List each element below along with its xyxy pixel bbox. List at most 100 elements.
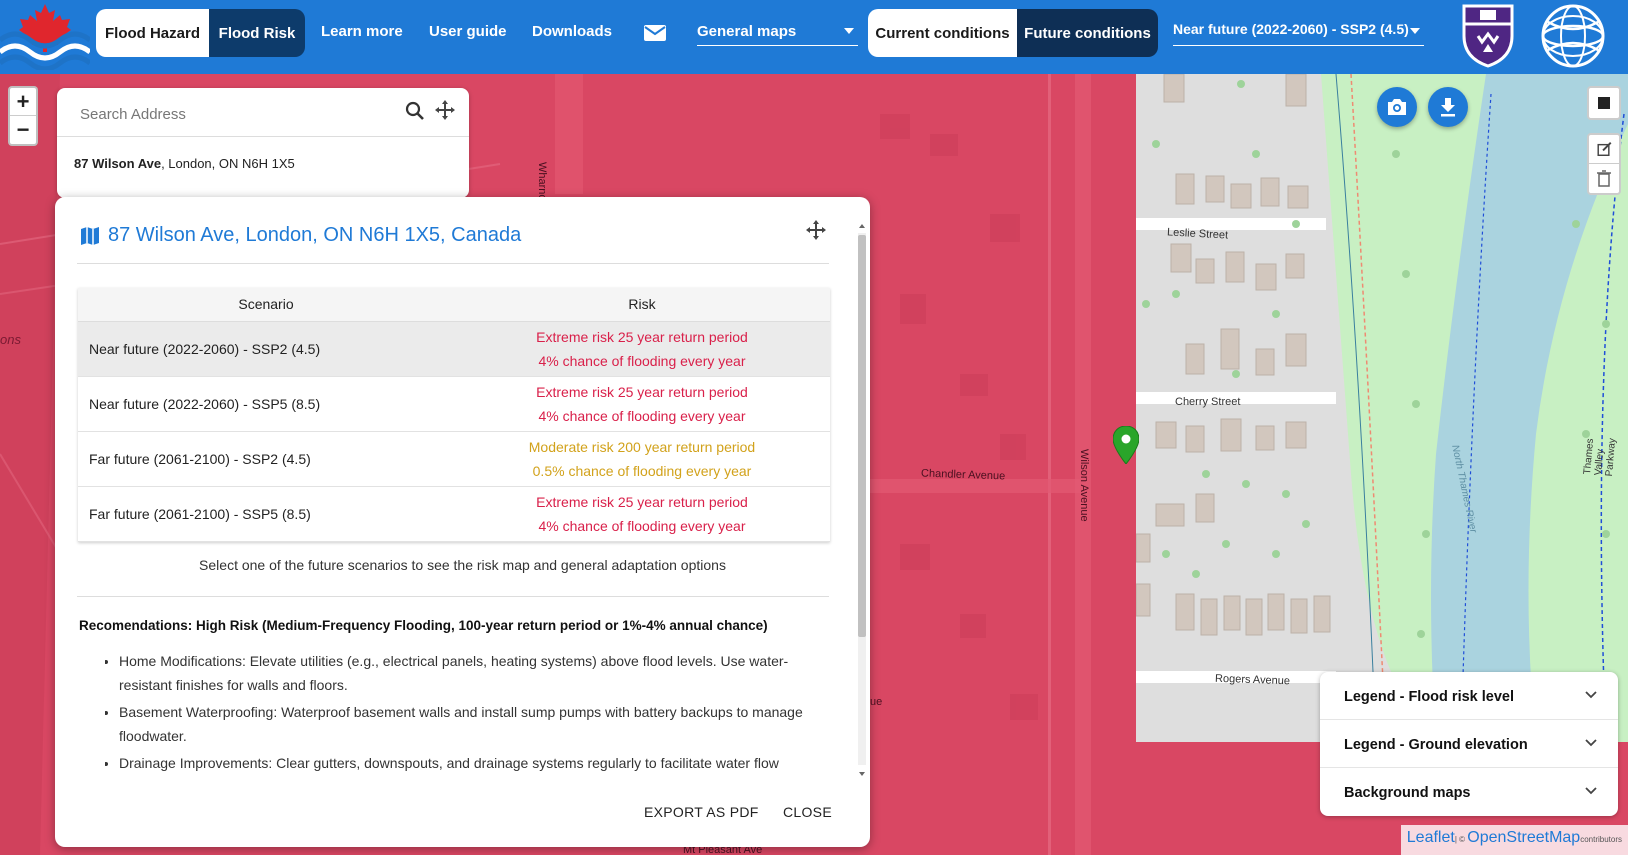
basemap-tile-area bbox=[1135, 74, 1628, 743]
search-divider bbox=[57, 136, 469, 137]
general-maps-select-value: General maps bbox=[697, 23, 797, 40]
chevron-down-icon bbox=[1585, 739, 1597, 747]
dialog-title-text: 87 Wilson Ave, London, ON N6H 1X5, Canad… bbox=[108, 224, 522, 246]
dialog-divider bbox=[77, 263, 829, 264]
column-header-risk: Risk bbox=[454, 288, 830, 322]
general-maps-select[interactable]: General maps bbox=[697, 18, 858, 46]
risk-level-text: Extreme risk 25 year return period bbox=[536, 383, 748, 400]
scenario-cell: Far future (2061-2100) - SSP2 (4.5) bbox=[78, 431, 454, 487]
legend-panel: Legend - Flood risk level Legend - Groun… bbox=[1320, 672, 1618, 816]
university-shield-icon[interactable] bbox=[1460, 2, 1516, 68]
list-item: Basement Waterproofing: Waterproof basem… bbox=[119, 700, 805, 748]
chevron-down-icon bbox=[844, 28, 854, 34]
hazard-risk-toggle: Flood Hazard Flood Risk bbox=[96, 9, 305, 57]
recommendations-list: Home Modifications: Elevate utilities (e… bbox=[105, 649, 805, 773]
dialog-title: 87 Wilson Ave, London, ON N6H 1X5, Canad… bbox=[80, 224, 521, 247]
location-marker-icon[interactable] bbox=[1113, 426, 1139, 464]
edit-tools bbox=[1587, 133, 1621, 195]
move-icon[interactable] bbox=[434, 99, 456, 121]
scenario-hint: Select one of the future scenarios to se… bbox=[199, 557, 726, 573]
table-row[interactable]: Near future (2022-2060) - SSP5 (8.5) Ext… bbox=[78, 376, 830, 432]
top-navigation-bar: Flood Hazard Flood Risk Learn more User … bbox=[0, 0, 1628, 74]
future-conditions-button[interactable]: Future conditions bbox=[1017, 9, 1158, 57]
scenario-select-value: Near future (2022-2060) - SSP2 (4.5) bbox=[1173, 21, 1409, 37]
learn-more-link[interactable]: Learn more bbox=[321, 23, 403, 40]
user-guide-link[interactable]: User guide bbox=[429, 23, 507, 40]
risk-level-text: Extreme risk 25 year return period bbox=[536, 493, 748, 510]
canada-flood-logo[interactable] bbox=[0, 0, 90, 70]
background-maps-toggle[interactable]: Background maps bbox=[1320, 768, 1618, 816]
conditions-toggle: Current conditions Future conditions bbox=[868, 9, 1158, 57]
chevron-down-icon bbox=[1585, 787, 1597, 795]
street-label-cherry: Cherry Street bbox=[1175, 396, 1241, 408]
legend-flood-risk-toggle[interactable]: Legend - Flood risk level bbox=[1320, 672, 1618, 720]
dialog-divider bbox=[77, 596, 829, 597]
table-header-row: Scenario Risk bbox=[78, 288, 830, 322]
street-label-thames-valley: Thames Valley Parkway bbox=[1582, 437, 1619, 477]
close-button[interactable]: CLOSE bbox=[783, 804, 832, 820]
street-label-ue: ue bbox=[870, 696, 883, 708]
attribution-contributors: contributors bbox=[1580, 835, 1622, 844]
risk-cell: Extreme risk 25 year return period 4% ch… bbox=[454, 321, 830, 377]
risk-cell: Moderate risk 200 year return period 0.5… bbox=[454, 431, 830, 487]
legend-ground-elevation-label: Legend - Ground elevation bbox=[1344, 737, 1528, 753]
legend-flood-risk-label: Legend - Flood risk level bbox=[1344, 689, 1515, 705]
scenario-cell: Near future (2022-2060) - SSP2 (4.5) bbox=[78, 321, 454, 377]
current-conditions-button[interactable]: Current conditions bbox=[868, 9, 1017, 57]
street-label-rogers: Rogers Avenue bbox=[1214, 672, 1291, 688]
scenario-cell: Far future (2061-2100) - SSP5 (8.5) bbox=[78, 486, 454, 542]
map-attribution: Leaflet| © OpenStreetMapcontributors bbox=[1400, 825, 1628, 855]
camera-icon bbox=[1388, 99, 1406, 115]
risk-level-text: Moderate risk 200 year return period bbox=[528, 438, 756, 455]
download-icon bbox=[1441, 98, 1455, 117]
street-label-ons: ons bbox=[0, 332, 21, 347]
zoom-in-button[interactable]: + bbox=[10, 88, 36, 116]
search-icon[interactable] bbox=[405, 101, 425, 121]
risk-chance-text: 4% chance of flooding every year bbox=[538, 407, 746, 424]
flood-risk-button[interactable]: Flood Risk bbox=[209, 9, 305, 57]
scenario-select[interactable]: Near future (2022-2060) - SSP2 (4.5) bbox=[1173, 18, 1424, 46]
attribution-separator: | © bbox=[1454, 835, 1468, 844]
search-result-street: 87 Wilson Ave bbox=[74, 156, 162, 171]
background-maps-label: Background maps bbox=[1344, 785, 1471, 801]
square-icon bbox=[1598, 97, 1610, 109]
chevron-down-icon bbox=[1410, 28, 1420, 34]
edit-icon[interactable] bbox=[1589, 135, 1619, 164]
search-result-item[interactable]: 87 Wilson Ave, London, ON N6H 1X5 bbox=[74, 156, 295, 171]
zoom-control: + − bbox=[8, 86, 38, 146]
search-input[interactable] bbox=[80, 102, 380, 126]
recommendations-title: Recomendations: High Risk (Medium-Freque… bbox=[79, 618, 768, 633]
table-row[interactable]: Far future (2061-2100) - SSP2 (4.5) Mode… bbox=[78, 431, 830, 487]
legend-ground-elevation-toggle[interactable]: Legend - Ground elevation bbox=[1320, 720, 1618, 768]
export-pdf-button[interactable]: EXPORT AS PDF bbox=[644, 804, 759, 820]
scrollbar-thumb[interactable] bbox=[858, 235, 866, 637]
screenshot-button[interactable] bbox=[1377, 87, 1417, 127]
draw-rectangle-tool[interactable] bbox=[1587, 86, 1621, 120]
move-icon[interactable] bbox=[805, 219, 827, 241]
search-result-rest: , London, ON N6H 1X5 bbox=[161, 156, 295, 171]
leaflet-link[interactable]: Leaflet bbox=[1407, 829, 1455, 846]
map-icon bbox=[81, 226, 99, 245]
mail-icon[interactable] bbox=[644, 25, 666, 41]
risk-level-text: Extreme risk 25 year return period bbox=[536, 328, 748, 345]
dialog-scrollbar[interactable] bbox=[855, 221, 869, 781]
flood-hazard-button[interactable]: Flood Hazard bbox=[96, 9, 209, 57]
list-item: Drainage Improvements: Clear gutters, do… bbox=[119, 751, 805, 773]
address-search-panel: 87 Wilson Ave, London, ON N6H 1X5 bbox=[57, 88, 469, 198]
street-label-wilson: Wilson Avenue bbox=[1078, 449, 1090, 522]
scenario-cell: Near future (2022-2060) - SSP5 (8.5) bbox=[78, 376, 454, 432]
risk-cell: Extreme risk 25 year return period 4% ch… bbox=[454, 486, 830, 542]
risk-chance-text: 4% chance of flooding every year bbox=[538, 352, 746, 369]
globe-icon[interactable] bbox=[1538, 2, 1608, 70]
scroll-up-arrow-icon[interactable] bbox=[855, 221, 869, 231]
downloads-link[interactable]: Downloads bbox=[532, 23, 612, 40]
trash-icon[interactable] bbox=[1589, 164, 1619, 193]
download-button[interactable] bbox=[1428, 87, 1468, 127]
zoom-out-button[interactable]: − bbox=[10, 116, 36, 144]
osm-link[interactable]: OpenStreetMap bbox=[1467, 829, 1580, 846]
table-row[interactable]: Near future (2022-2060) - SSP2 (4.5) Ext… bbox=[78, 321, 830, 377]
scroll-down-arrow-icon[interactable] bbox=[855, 769, 869, 779]
risk-details-dialog: 87 Wilson Ave, London, ON N6H 1X5, Canad… bbox=[55, 197, 870, 847]
risk-chance-text: 4% chance of flooding every year bbox=[538, 517, 746, 534]
table-row[interactable]: Far future (2061-2100) - SSP5 (8.5) Extr… bbox=[78, 486, 830, 542]
